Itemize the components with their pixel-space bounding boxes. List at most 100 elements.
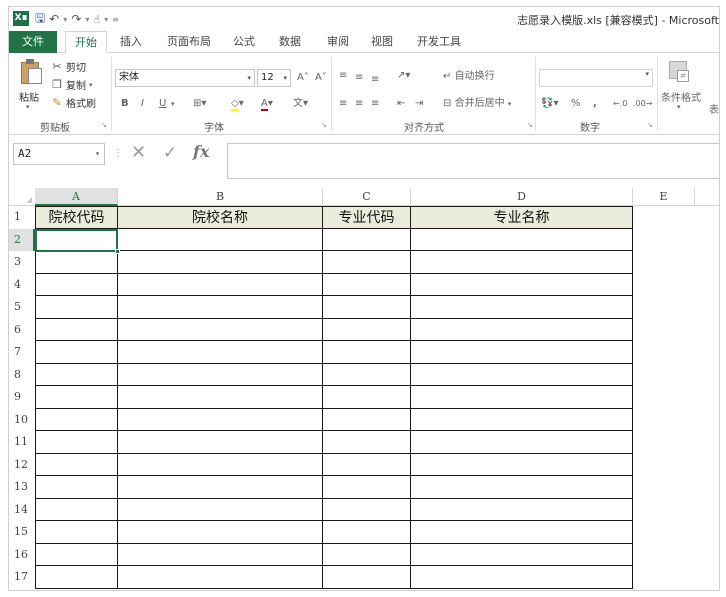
column-header-e[interactable]: E — [633, 188, 695, 206]
grid-cell[interactable] — [411, 363, 633, 386]
tab-home[interactable]: 开始 — [65, 31, 107, 53]
grid-cell[interactable] — [118, 296, 323, 319]
grid-cell[interactable] — [411, 386, 633, 409]
grid-cell[interactable] — [411, 498, 633, 521]
align-left-icon[interactable]: ≡ — [339, 97, 347, 111]
align-center-icon[interactable]: ≡ — [355, 97, 363, 111]
paste-dropdown-icon[interactable]: ▾ — [26, 103, 30, 111]
grid-cell[interactable] — [118, 453, 323, 476]
grid-cell[interactable] — [411, 521, 633, 544]
align-right-icon[interactable]: ≡ — [371, 97, 379, 111]
grid-cell[interactable] — [323, 408, 411, 431]
align-top-icon[interactable]: ≡ — [339, 69, 347, 83]
grid-cell[interactable] — [35, 363, 118, 386]
decrease-font-icon[interactable]: A˅ — [315, 71, 327, 85]
orientation-icon[interactable]: ↗▾ — [397, 69, 410, 83]
conditional-format-icon[interactable]: ≠ — [669, 61, 691, 83]
undo-dropdown-icon[interactable]: ▾ — [63, 15, 67, 24]
accounting-format-icon[interactable]: 💱▾ — [541, 97, 558, 111]
grid-cell[interactable] — [323, 543, 411, 566]
grid-cell[interactable] — [35, 408, 118, 431]
border-icon[interactable]: ⊞▾ — [193, 97, 206, 111]
grid-cell[interactable] — [35, 251, 118, 274]
grid-cell[interactable] — [323, 431, 411, 454]
phonetic-icon[interactable]: 文▾ — [293, 97, 308, 111]
column-header-b[interactable]: B — [118, 188, 323, 206]
header-cell-major-code[interactable]: 专业代码 — [323, 206, 411, 229]
decrease-decimal-icon[interactable]: .00→ — [633, 97, 652, 111]
select-all-button[interactable] — [9, 188, 35, 206]
grid-cell[interactable] — [323, 251, 411, 274]
column-header-c[interactable]: C — [323, 188, 411, 206]
touch-dropdown-icon[interactable]: ▾ — [104, 15, 108, 24]
clipboard-launcher-icon[interactable]: ↘ — [101, 121, 107, 129]
row-header[interactable]: 17 — [9, 566, 35, 589]
copy-dropdown-icon[interactable]: ▾ — [89, 81, 93, 89]
formula-input[interactable] — [227, 143, 719, 179]
redo-icon[interactable]: ↷ — [71, 12, 81, 26]
row-header[interactable]: 12 — [9, 454, 35, 477]
grid-cell[interactable] — [118, 408, 323, 431]
grid-cell[interactable] — [35, 296, 118, 319]
font-color-icon[interactable]: A▾ — [261, 97, 273, 111]
grid-cell[interactable] — [35, 431, 118, 454]
grid-cell[interactable] — [323, 363, 411, 386]
grid-cell[interactable] — [323, 228, 411, 251]
grid-cell[interactable] — [411, 566, 633, 589]
row-header[interactable]: 10 — [9, 409, 35, 432]
tab-file[interactable]: 文件 — [9, 31, 57, 53]
header-cell-school-code[interactable]: 院校代码 — [35, 206, 118, 229]
format-as-table-button[interactable]: 表 — [709, 101, 719, 116]
grid-cell[interactable] — [411, 476, 633, 499]
tab-data[interactable]: 数据 — [273, 31, 307, 53]
tab-formulas[interactable]: 公式 — [227, 31, 261, 53]
increase-font-icon[interactable]: A˄ — [297, 71, 309, 85]
touch-mode-icon[interactable]: ☝ — [93, 13, 100, 26]
increase-decimal-icon[interactable]: ←.0 — [613, 97, 627, 111]
alignment-launcher-icon[interactable]: ↘ — [527, 121, 533, 129]
grid-cell[interactable] — [411, 296, 633, 319]
number-launcher-icon[interactable]: ↘ — [647, 121, 653, 129]
grid-cell[interactable] — [323, 566, 411, 589]
grid-cell[interactable] — [323, 453, 411, 476]
grid-cell[interactable] — [118, 341, 323, 364]
underline-button[interactable]: U — [159, 97, 166, 111]
font-name-select[interactable]: 宋体 ▾ — [115, 69, 255, 87]
merge-center-button[interactable]: ⊟ 合并后居中 ▾ — [443, 97, 511, 111]
increase-indent-icon[interactable]: ⇥ — [415, 97, 423, 111]
grid-cell[interactable] — [323, 498, 411, 521]
row-header[interactable]: 2 — [9, 228, 35, 251]
resize-handle-icon[interactable]: ⋮ — [113, 148, 123, 159]
tab-review[interactable]: 审阅 — [321, 31, 355, 53]
grid-cell[interactable] — [118, 363, 323, 386]
tab-page-layout[interactable]: 页面布局 — [159, 31, 219, 53]
column-header-a[interactable]: A — [35, 188, 118, 206]
header-cell-major-name[interactable]: 专业名称 — [411, 206, 633, 229]
bold-button[interactable]: B — [121, 97, 129, 111]
percent-button[interactable]: % — [571, 97, 581, 111]
grid-cell[interactable] — [118, 476, 323, 499]
italic-button[interactable]: I — [141, 97, 144, 111]
grid-cell[interactable] — [118, 431, 323, 454]
customize-qat-icon[interactable]: ≡ — [112, 15, 119, 24]
font-size-select[interactable]: 12 ▾ — [257, 69, 291, 87]
format-painter-button[interactable]: ✎ 格式刷 — [51, 95, 96, 110]
grid-cell[interactable] — [35, 498, 118, 521]
row-header[interactable]: 4 — [9, 274, 35, 297]
underline-dropdown-icon[interactable]: ▾ — [171, 97, 175, 111]
row-header[interactable]: 8 — [9, 364, 35, 387]
row-header[interactable]: 11 — [9, 431, 35, 454]
row-header[interactable]: 3 — [9, 251, 35, 274]
row-header[interactable]: 5 — [9, 296, 35, 319]
decrease-indent-icon[interactable]: ⇤ — [397, 97, 405, 111]
tab-view[interactable]: 视图 — [365, 31, 399, 53]
conditional-format-button[interactable]: 条件格式 — [661, 89, 701, 104]
header-cell-school-name[interactable]: 院校名称 — [118, 206, 323, 229]
row-header[interactable]: 7 — [9, 341, 35, 364]
comma-button[interactable]: , — [593, 97, 597, 111]
paste-icon[interactable] — [21, 59, 43, 85]
grid-cell[interactable] — [411, 543, 633, 566]
copy-button[interactable]: ❐ 复制 ▾ — [51, 77, 93, 92]
grid-cell[interactable] — [411, 251, 633, 274]
grid-cell[interactable] — [323, 318, 411, 341]
